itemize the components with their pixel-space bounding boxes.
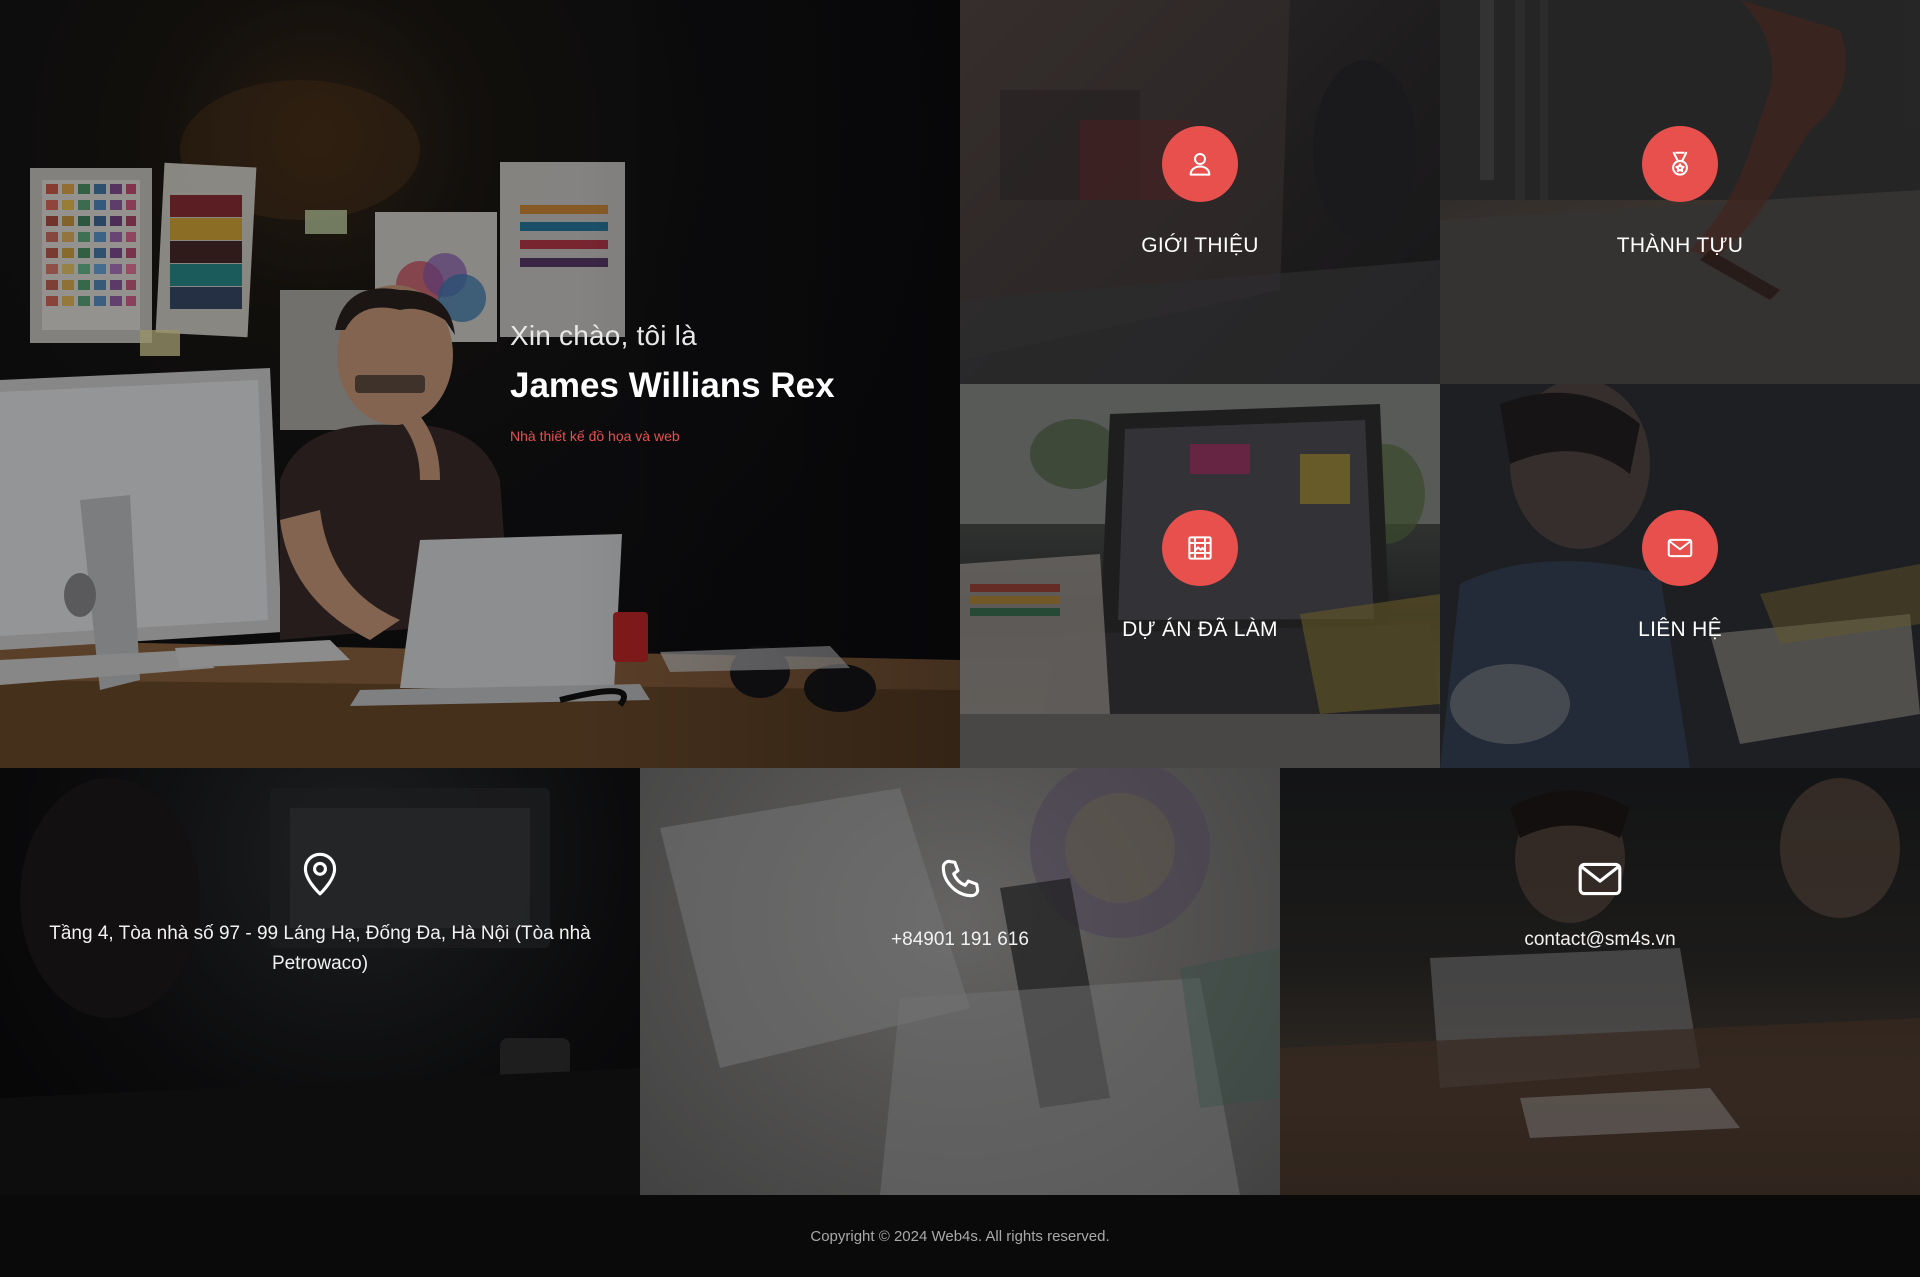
email-text[interactable]: contact@sm4s.vn	[1524, 925, 1675, 955]
phone-text[interactable]: +84901 191 616	[891, 925, 1029, 955]
hero-section: Xin chào, tôi là James Willians Rex Nhà …	[0, 0, 960, 768]
hero-greeting: Xin chào, tôi là	[510, 320, 697, 351]
tile-projects-label: DỰ ÁN ĐÃ LÀM	[1122, 618, 1278, 641]
tile-about-label: GIỚI THIỆU	[1141, 234, 1259, 257]
tile-awards[interactable]: THÀNH TỰU	[1440, 0, 1920, 384]
info-email-overlay	[1280, 768, 1920, 1195]
info-address: Tầng 4, Tòa nhà số 97 - 99 Láng Hạ, Đống…	[0, 768, 640, 1195]
info-email: contact@sm4s.vn	[1280, 768, 1920, 1195]
medal-icon[interactable]	[1642, 126, 1718, 202]
tile-contact[interactable]: LIÊN HỆ	[1440, 384, 1920, 768]
copyright-text: Copyright © 2024 Web4s. All rights reser…	[810, 1227, 1110, 1245]
tile-projects[interactable]: DỰ ÁN ĐÃ LÀM	[960, 384, 1440, 768]
tile-awards-label: THÀNH TỰU	[1616, 234, 1744, 257]
info-phone-overlay	[640, 768, 1280, 1195]
hero-role: Nhà thiết kế đồ họa và web	[510, 428, 680, 444]
footer: Copyright © 2024 Web4s. All rights reser…	[0, 1195, 1920, 1277]
map-pin-icon	[295, 848, 345, 903]
address-text: Tầng 4, Tòa nhà số 97 - 99 Láng Hạ, Đống…	[49, 923, 591, 974]
info-phone: +84901 191 616	[640, 768, 1280, 1195]
tile-about[interactable]: GIỚI THIỆU	[960, 0, 1440, 384]
info-address-overlay	[0, 768, 640, 1195]
hero-name: James Willians Rex	[510, 366, 835, 405]
hero-intro: Xin chào, tôi là James Willians Rex Nhà …	[510, 320, 835, 444]
tile-contact-label: LIÊN HỆ	[1638, 618, 1722, 641]
envelope-icon[interactable]	[1642, 510, 1718, 586]
mail-icon	[1575, 854, 1625, 909]
user-icon[interactable]	[1162, 126, 1238, 202]
portfolio-icon[interactable]	[1162, 510, 1238, 586]
phone-icon	[935, 854, 985, 909]
